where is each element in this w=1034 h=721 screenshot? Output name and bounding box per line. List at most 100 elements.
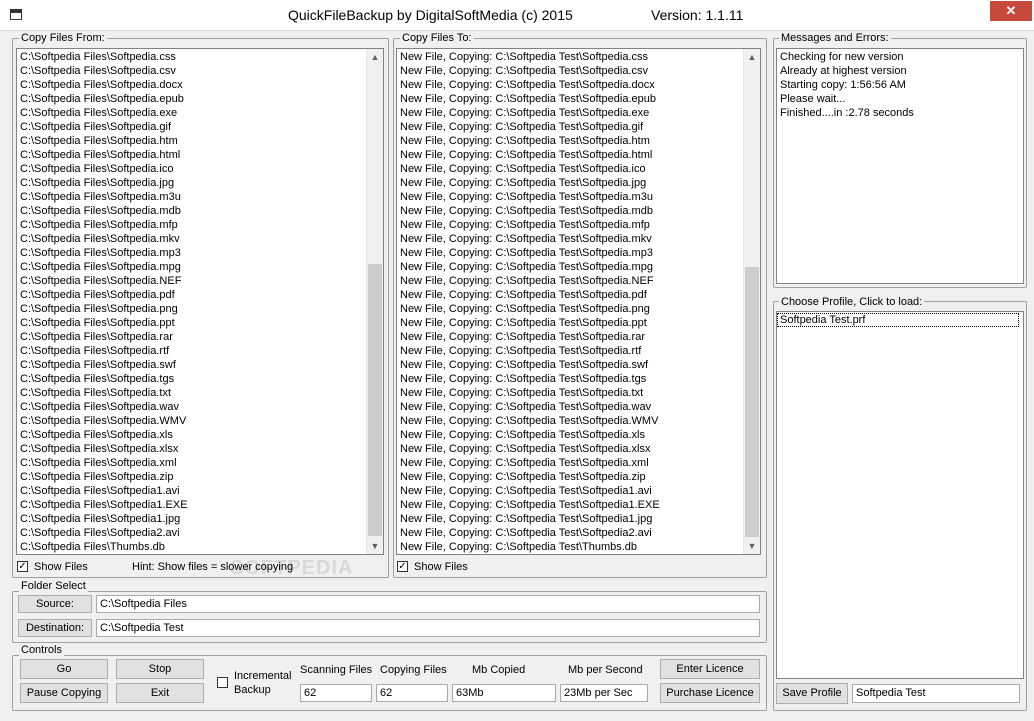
dest-file-row[interactable]: New File, Copying: C:\Softpedia Test\Sof… [397, 260, 760, 274]
dest-file-row[interactable]: New File, Copying: C:\Softpedia Test\Sof… [397, 190, 760, 204]
dest-file-row[interactable]: New File, Copying: C:\Softpedia Test\Sof… [397, 330, 760, 344]
go-button[interactable]: Go [20, 659, 108, 679]
stop-button[interactable]: Stop [116, 659, 204, 679]
dest-file-row[interactable]: New File, Copying: C:\Softpedia Test\Sof… [397, 204, 760, 218]
source-file-row[interactable]: C:\Softpedia Files\Softpedia.rtf [17, 344, 383, 358]
dest-file-row[interactable]: New File, Copying: C:\Softpedia Test\Sof… [397, 218, 760, 232]
source-file-row[interactable]: C:\Softpedia Files\Softpedia.ppt [17, 316, 383, 330]
source-file-row[interactable]: C:\Softpedia Files\Softpedia.epub [17, 92, 383, 106]
dest-file-row[interactable]: New File, Copying: C:\Softpedia Test\Sof… [397, 288, 760, 302]
close-icon[interactable]: ✕ [990, 1, 1032, 21]
dest-file-row[interactable]: New File, Copying: C:\Softpedia Test\Sof… [397, 232, 760, 246]
dest-file-row[interactable]: New File, Copying: C:\Softpedia Test\Sof… [397, 176, 760, 190]
dest-file-row[interactable]: New File, Copying: C:\Softpedia Test\Sof… [397, 148, 760, 162]
message-row[interactable]: Finished....in :2.78 seconds [777, 106, 1023, 120]
profile-name-input[interactable]: Softpedia Test [852, 684, 1020, 703]
scroll-up-arrow-icon[interactable]: ▲ [744, 49, 760, 65]
dest-file-row[interactable]: New File, Copying: C:\Softpedia Test\Sof… [397, 316, 760, 330]
source-file-row[interactable]: C:\Softpedia Files\Softpedia.NEF [17, 274, 383, 288]
dest-file-row[interactable]: New File, Copying: C:\Softpedia Test\Sof… [397, 498, 760, 512]
source-file-row[interactable]: C:\Softpedia Files\Softpedia.m3u [17, 190, 383, 204]
source-file-row[interactable]: C:\Softpedia Files\Softpedia.mpg [17, 260, 383, 274]
source-file-row[interactable]: C:\Softpedia Files\Thumbs.db [17, 540, 383, 554]
dest-file-row[interactable]: New File, Copying: C:\Softpedia Test\Sof… [397, 442, 760, 456]
source-file-row[interactable]: C:\Softpedia Files\Softpedia.gif [17, 120, 383, 134]
dest-file-row[interactable]: New File, Copying: C:\Softpedia Test\Sof… [397, 456, 760, 470]
source-file-row[interactable]: C:\Softpedia Files\Softpedia.wav [17, 400, 383, 414]
source-file-row[interactable]: C:\Softpedia Files\Softpedia.zip [17, 470, 383, 484]
destination-folder-button[interactable]: Destination: [18, 619, 92, 637]
source-file-row[interactable]: C:\Softpedia Files\Softpedia.xls [17, 428, 383, 442]
source-file-row[interactable]: C:\Softpedia Files\Softpedia.mkv [17, 232, 383, 246]
dest-scrollbar[interactable]: ▲ ▼ [743, 49, 760, 554]
message-row[interactable]: Already at highest version [777, 64, 1023, 78]
source-file-row[interactable]: C:\Softpedia Files\Softpedia.xml [17, 456, 383, 470]
dest-file-row[interactable]: New File, Copying: C:\Softpedia Test\Sof… [397, 470, 760, 484]
purchase-licence-button[interactable]: Purchase Licence [660, 683, 760, 703]
scroll-down-arrow-icon[interactable]: ▼ [744, 538, 760, 554]
source-file-row[interactable]: C:\Softpedia Files\Softpedia.mfp [17, 218, 383, 232]
destination-path-input[interactable]: C:\Softpedia Test [96, 619, 760, 637]
source-file-row[interactable]: C:\Softpedia Files\Softpedia.jpg [17, 176, 383, 190]
source-file-row[interactable]: C:\Softpedia Files\Softpedia.png [17, 302, 383, 316]
dest-file-row[interactable]: New File, Copying: C:\Softpedia Test\Sof… [397, 302, 760, 316]
dest-file-row[interactable]: New File, Copying: C:\Softpedia Test\Sof… [397, 120, 760, 134]
messages-list[interactable]: Checking for new version Already at highe… [776, 48, 1024, 284]
source-file-list[interactable]: C:\Softpedia Files\Softpedia.css C:\Softp… [16, 48, 384, 555]
source-file-row[interactable]: C:\Softpedia Files\Softpedia.docx [17, 78, 383, 92]
message-row[interactable]: Starting copy: 1:56:56 AM [777, 78, 1023, 92]
source-file-row[interactable]: C:\Softpedia Files\Softpedia.exe [17, 106, 383, 120]
message-row[interactable]: Please wait... [777, 92, 1023, 106]
dest-show-files-checkbox[interactable]: ✓ [397, 561, 408, 572]
source-folder-button[interactable]: Source: [18, 595, 92, 613]
source-file-row[interactable]: C:\Softpedia Files\Softpedia.xlsx [17, 442, 383, 456]
source-file-row[interactable]: C:\Softpedia Files\Softpedia.html [17, 148, 383, 162]
source-file-row[interactable]: C:\Softpedia Files\Softpedia.htm [17, 134, 383, 148]
scroll-thumb[interactable] [745, 267, 759, 537]
dest-file-row[interactable]: New File, Copying: C:\Softpedia Test\Sof… [397, 50, 760, 64]
source-file-row[interactable]: C:\Softpedia Files\Softpedia.WMV [17, 414, 383, 428]
incremental-backup-checkbox[interactable] [217, 677, 228, 688]
source-file-row[interactable]: C:\Softpedia Files\Softpedia1.EXE [17, 498, 383, 512]
dest-file-row[interactable]: New File, Copying: C:\Softpedia Test\Sof… [397, 162, 760, 176]
dest-file-row[interactable]: New File, Copying: C:\Softpedia Test\Thu… [397, 540, 760, 554]
scroll-up-arrow-icon[interactable]: ▲ [367, 49, 383, 65]
save-profile-button[interactable]: Save Profile [776, 683, 848, 704]
source-file-row[interactable]: C:\Softpedia Files\Softpedia2.avi [17, 526, 383, 540]
pause-copying-button[interactable]: Pause Copying [20, 683, 108, 703]
dest-file-row[interactable]: New File, Copying: C:\Softpedia Test\Sof… [397, 414, 760, 428]
dest-file-row[interactable]: New File, Copying: C:\Softpedia Test\Sof… [397, 246, 760, 260]
dest-file-list[interactable]: New File, Copying: C:\Softpedia Test\Sof… [396, 48, 761, 555]
source-file-row[interactable]: C:\Softpedia Files\Softpedia.mp3 [17, 246, 383, 260]
source-file-row[interactable]: C:\Softpedia Files\Softpedia.rar [17, 330, 383, 344]
message-row[interactable]: Checking for new version [777, 50, 1023, 64]
scroll-thumb[interactable] [368, 264, 382, 536]
source-file-row[interactable]: C:\Softpedia Files\Softpedia.ico [17, 162, 383, 176]
dest-file-row[interactable]: New File, Copying: C:\Softpedia Test\Sof… [397, 344, 760, 358]
source-file-row[interactable]: C:\Softpedia Files\Softpedia.csv [17, 64, 383, 78]
dest-file-row[interactable]: New File, Copying: C:\Softpedia Test\Sof… [397, 106, 760, 120]
dest-file-row[interactable]: New File, Copying: C:\Softpedia Test\Sof… [397, 64, 760, 78]
dest-file-row[interactable]: New File, Copying: C:\Softpedia Test\Sof… [397, 274, 760, 288]
source-scrollbar[interactable]: ▲ ▼ [366, 49, 383, 554]
dest-file-row[interactable]: New File, Copying: C:\Softpedia Test\Sof… [397, 134, 760, 148]
dest-file-row[interactable]: New File, Copying: C:\Softpedia Test\Sof… [397, 358, 760, 372]
profiles-list[interactable]: Softpedia Test.prf [776, 311, 1024, 679]
dest-file-row[interactable]: New File, Copying: C:\Softpedia Test\Sof… [397, 400, 760, 414]
source-file-row[interactable]: C:\Softpedia Files\Softpedia.css [17, 50, 383, 64]
dest-file-row[interactable]: New File, Copying: C:\Softpedia Test\Sof… [397, 386, 760, 400]
source-file-row[interactable]: C:\Softpedia Files\Softpedia.swf [17, 358, 383, 372]
exit-button[interactable]: Exit [116, 683, 204, 703]
scroll-down-arrow-icon[interactable]: ▼ [367, 538, 383, 554]
enter-licence-button[interactable]: Enter Licence [660, 659, 760, 679]
dest-file-row[interactable]: New File, Copying: C:\Softpedia Test\Sof… [397, 526, 760, 540]
profile-row[interactable]: Softpedia Test.prf [777, 313, 1019, 327]
dest-file-row[interactable]: New File, Copying: C:\Softpedia Test\Sof… [397, 484, 760, 498]
app-window-icon[interactable] [10, 9, 22, 20]
source-file-row[interactable]: C:\Softpedia Files\Softpedia1.avi [17, 484, 383, 498]
dest-file-row[interactable]: New File, Copying: C:\Softpedia Test\Sof… [397, 92, 760, 106]
source-file-row[interactable]: C:\Softpedia Files\Softpedia.txt [17, 386, 383, 400]
source-show-files-checkbox[interactable]: ✓ [17, 561, 28, 572]
source-file-row[interactable]: C:\Softpedia Files\Softpedia1.jpg [17, 512, 383, 526]
source-file-row[interactable]: C:\Softpedia Files\Softpedia.pdf [17, 288, 383, 302]
